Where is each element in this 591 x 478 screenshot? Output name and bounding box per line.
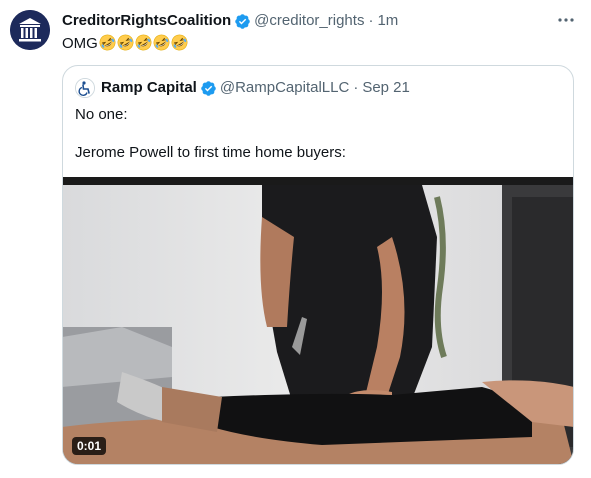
quoted-text-line-2: Jerome Powell to first time home buyers:	[75, 144, 346, 161]
wheelchair-icon	[76, 79, 94, 97]
tweet-text-content: OMG	[62, 35, 98, 52]
tweet-time[interactable]: 1m	[377, 12, 398, 30]
rolling-laughing-emoji-icon	[171, 34, 188, 51]
verified-badge-icon	[235, 13, 250, 29]
video-player[interactable]: 0:01	[63, 177, 573, 464]
rolling-laughing-emoji-icon	[135, 34, 152, 51]
video-thumbnail	[63, 177, 573, 464]
rolling-laughing-emoji-icon	[99, 34, 116, 51]
quoted-separator-dot: ·	[353, 79, 359, 96]
bank-building-icon	[10, 10, 50, 50]
quoted-author-handle[interactable]: @RampCapitalLLC	[220, 79, 349, 97]
rolling-laughing-emoji-icon	[117, 34, 134, 51]
more-options-icon[interactable]	[555, 10, 577, 30]
rolling-laughing-emoji-icon	[153, 34, 170, 51]
tweet-text: OMG	[62, 34, 188, 54]
quoted-text-line-1: No one:	[75, 106, 128, 123]
author-handle[interactable]: @creditor_rights	[254, 12, 364, 30]
quoted-tweet-card[interactable]: Ramp Capital @RampCapitalLLC · Sep 21 No…	[62, 65, 574, 465]
quoted-verified-badge-icon	[201, 80, 216, 96]
separator-dot: ·	[368, 12, 374, 29]
quoted-tweet-header: Ramp Capital @RampCapitalLLC · Sep 21	[75, 78, 410, 98]
quoted-author-name[interactable]: Ramp Capital	[101, 79, 197, 97]
quoted-author-avatar[interactable]	[75, 78, 95, 98]
video-duration: 0:01	[72, 437, 107, 455]
emoji-row	[98, 34, 188, 52]
author-name[interactable]: CreditorRightsCoalition	[62, 12, 231, 30]
author-avatar[interactable]	[10, 10, 50, 50]
tweet-header: CreditorRightsCoalition @creditor_rights…	[62, 12, 398, 30]
quoted-tweet-date[interactable]: Sep 21	[362, 79, 410, 97]
